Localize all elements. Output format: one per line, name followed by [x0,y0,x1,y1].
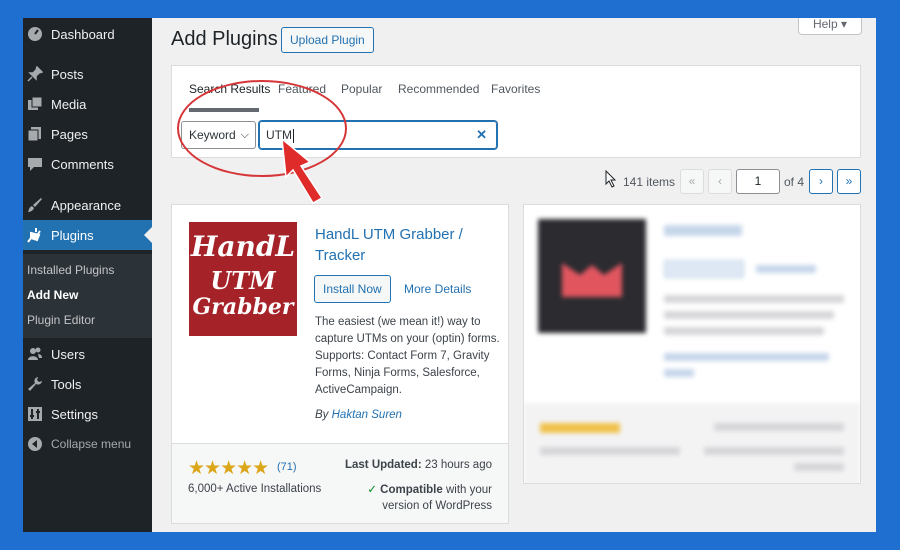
sidebar-item-label: Users [51,346,85,362]
active-installs: 6,000+ Active Installations [188,483,322,495]
thumbnail-logo-text: UTM [210,266,276,295]
submenu-plugin-editor[interactable]: Plugin Editor [27,313,95,327]
plugin-description: The easiest (we mean it!) way to capture… [315,316,500,396]
sidebar-item-dashboard[interactable]: Dashboard [23,19,152,49]
last-page-button[interactable]: » [837,169,861,194]
admin-sidebar: Dashboard Posts Media Pages Comments App… [23,18,152,532]
sidebar-item-label: Appearance [51,197,122,213]
last-updated-value: 23 hours ago [421,459,492,471]
last-updated-label: Last Updated: [344,459,422,471]
sidebar-item-appearance[interactable]: Appearance [23,190,152,220]
page-title: Add Plugins [171,28,278,50]
sidebar-item-settings[interactable]: Settings [23,399,152,429]
pin-icon [27,66,43,82]
plugin-icon [27,227,43,243]
thumbnail-logo-text: HandL [190,230,296,263]
compatible-label: Compatible [380,484,443,496]
compatibility-status: ✓ Compatible with your version of WordPr… [342,482,492,514]
sidebar-item-label: Media [51,96,87,112]
collapse-label: Collapse menu [51,437,132,451]
sidebar-item-label: Plugins [51,227,94,243]
help-tab-button[interactable]: Help ▾ [798,18,862,35]
upload-plugin-button[interactable]: Upload Plugin [281,27,374,53]
items-count: 141 items [623,175,676,189]
install-now-button[interactable]: Install Now [314,275,391,303]
blurred-plugin-card [523,204,861,484]
plugin-name-link[interactable]: HandL UTM Grabber / Tracker [315,224,495,266]
sidebar-item-tools[interactable]: Tools [23,369,152,399]
plugin-card: HandL UTM Grabber HandL UTM Grabber / Tr… [171,204,509,524]
total-pages-label: of 4 [784,175,805,189]
submenu-add-new[interactable]: Add New [27,288,78,302]
tab-recommended[interactable]: Recommended [398,82,479,96]
tab-favorites[interactable]: Favorites [491,82,540,96]
submenu-installed-plugins[interactable]: Installed Plugins [27,263,114,277]
thumbnail-logo-text: Grabber [192,294,294,320]
wrench-icon [27,376,43,392]
sidebar-item-posts[interactable]: Posts [23,59,152,89]
sidebar-item-pages[interactable]: Pages [23,119,152,149]
author-link[interactable]: Haktan Suren [332,409,402,421]
sidebar-item-label: Dashboard [51,26,115,42]
plugin-author: By Haktan Suren [315,409,402,421]
plugin-card-footer: ★★★★★ (71) 6,000+ Active Installations L… [172,443,508,523]
star-rating-icon: ★★★★★ [188,458,269,479]
blurred-thumbnail [538,219,646,333]
annotation-arrow [281,137,324,205]
sidebar-item-comments[interactable]: Comments [23,149,152,179]
tab-popular[interactable]: Popular [341,82,382,96]
sidebar-item-label: Tools [51,376,82,392]
checkmark-icon: ✓ [367,484,377,496]
sidebar-item-label: Posts [51,66,84,82]
media-icon [27,96,43,112]
brush-icon [27,197,43,213]
plugins-submenu: Installed Plugins Add New Plugin Editor [23,254,152,338]
blurred-content [524,205,860,483]
sidebar-item-users[interactable]: Users [23,339,152,369]
envelope-icon [562,263,622,297]
sidebar-item-label: Pages [51,126,88,142]
collapse-menu-button[interactable]: Collapse menu [23,429,152,459]
blurred-footer [524,403,860,483]
sidebar-item-plugins[interactable]: Plugins [23,220,152,250]
pages-icon [27,126,43,142]
prev-page-button[interactable]: ‹ [708,169,732,194]
comment-icon [27,156,43,172]
more-details-link[interactable]: More Details [404,282,471,296]
plugin-thumbnail[interactable]: HandL UTM Grabber [189,222,297,336]
author-prefix: By [315,409,332,421]
first-page-button[interactable]: « [680,169,704,194]
clear-search-icon[interactable]: ✕ [476,122,487,148]
sidebar-item-label: Settings [51,406,98,422]
collapse-icon [27,436,43,452]
sidebar-item-label: Comments [51,156,114,172]
sidebar-item-media[interactable]: Media [23,89,152,119]
rating-count-link[interactable]: (71) [277,461,297,473]
next-page-button[interactable]: › [809,169,833,194]
wp-admin-screen: Dashboard Posts Media Pages Comments App… [23,18,876,532]
last-updated: Last Updated: 23 hours ago [345,459,492,471]
current-page-input[interactable]: 1 [736,169,780,194]
settings-icon [27,406,43,422]
dashboard-icon [27,26,43,42]
mouse-cursor-icon [605,170,617,188]
users-icon [27,346,43,362]
